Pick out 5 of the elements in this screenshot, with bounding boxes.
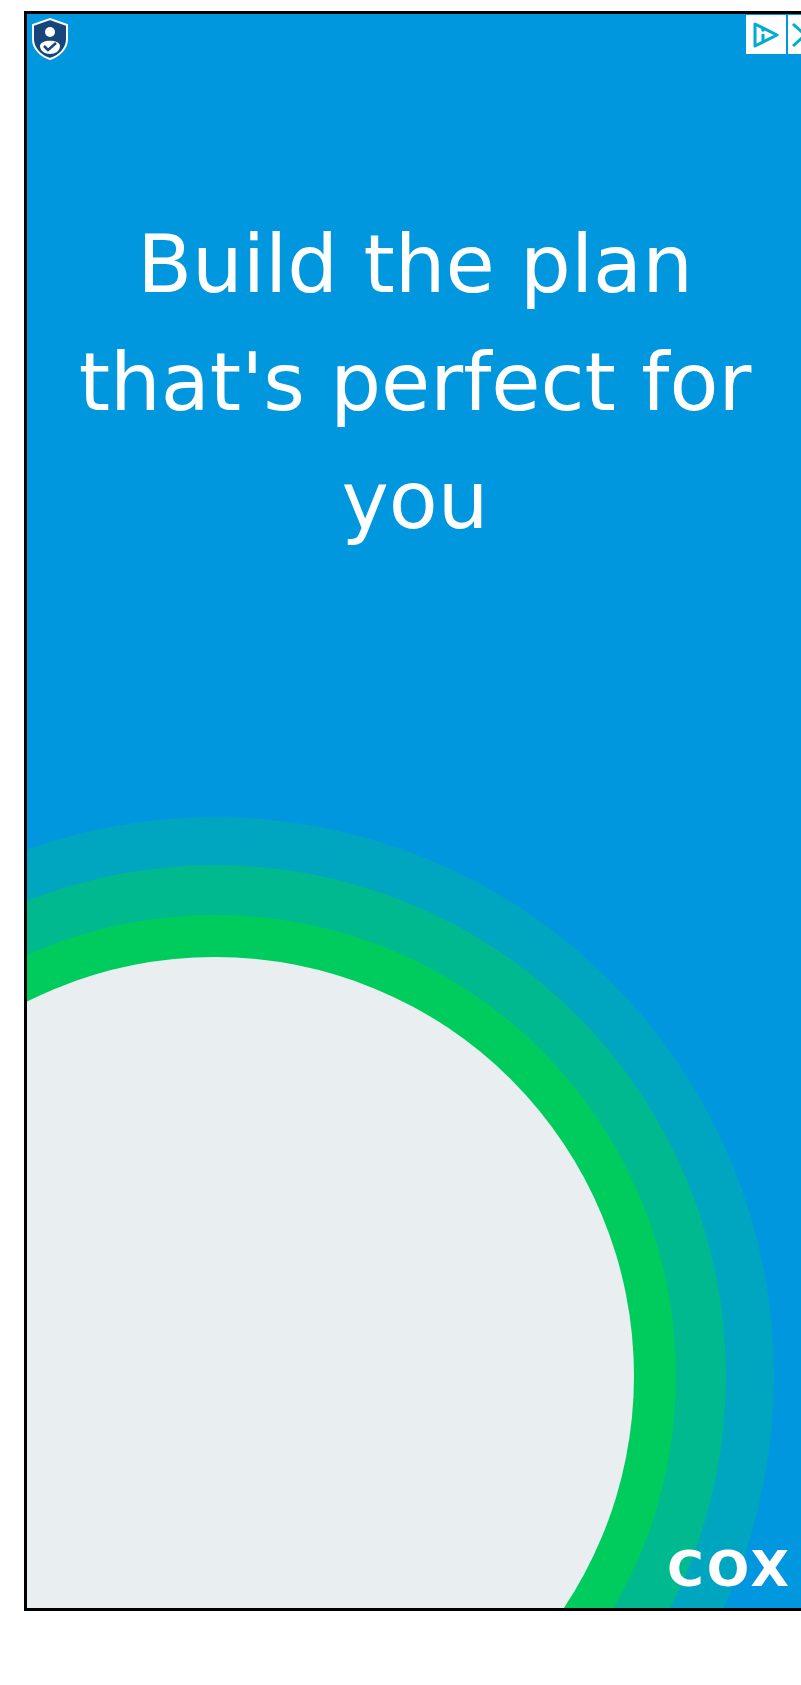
ad-info-button[interactable]	[746, 15, 786, 54]
ad-headline: Build the plan that's perfect for you	[77, 217, 753, 549]
brand-logo: COX	[667, 1544, 792, 1594]
advertisement-banner[interactable]: Build the plan that's perfect for you COX	[24, 11, 801, 1611]
shield-person-icon[interactable]	[30, 17, 70, 61]
